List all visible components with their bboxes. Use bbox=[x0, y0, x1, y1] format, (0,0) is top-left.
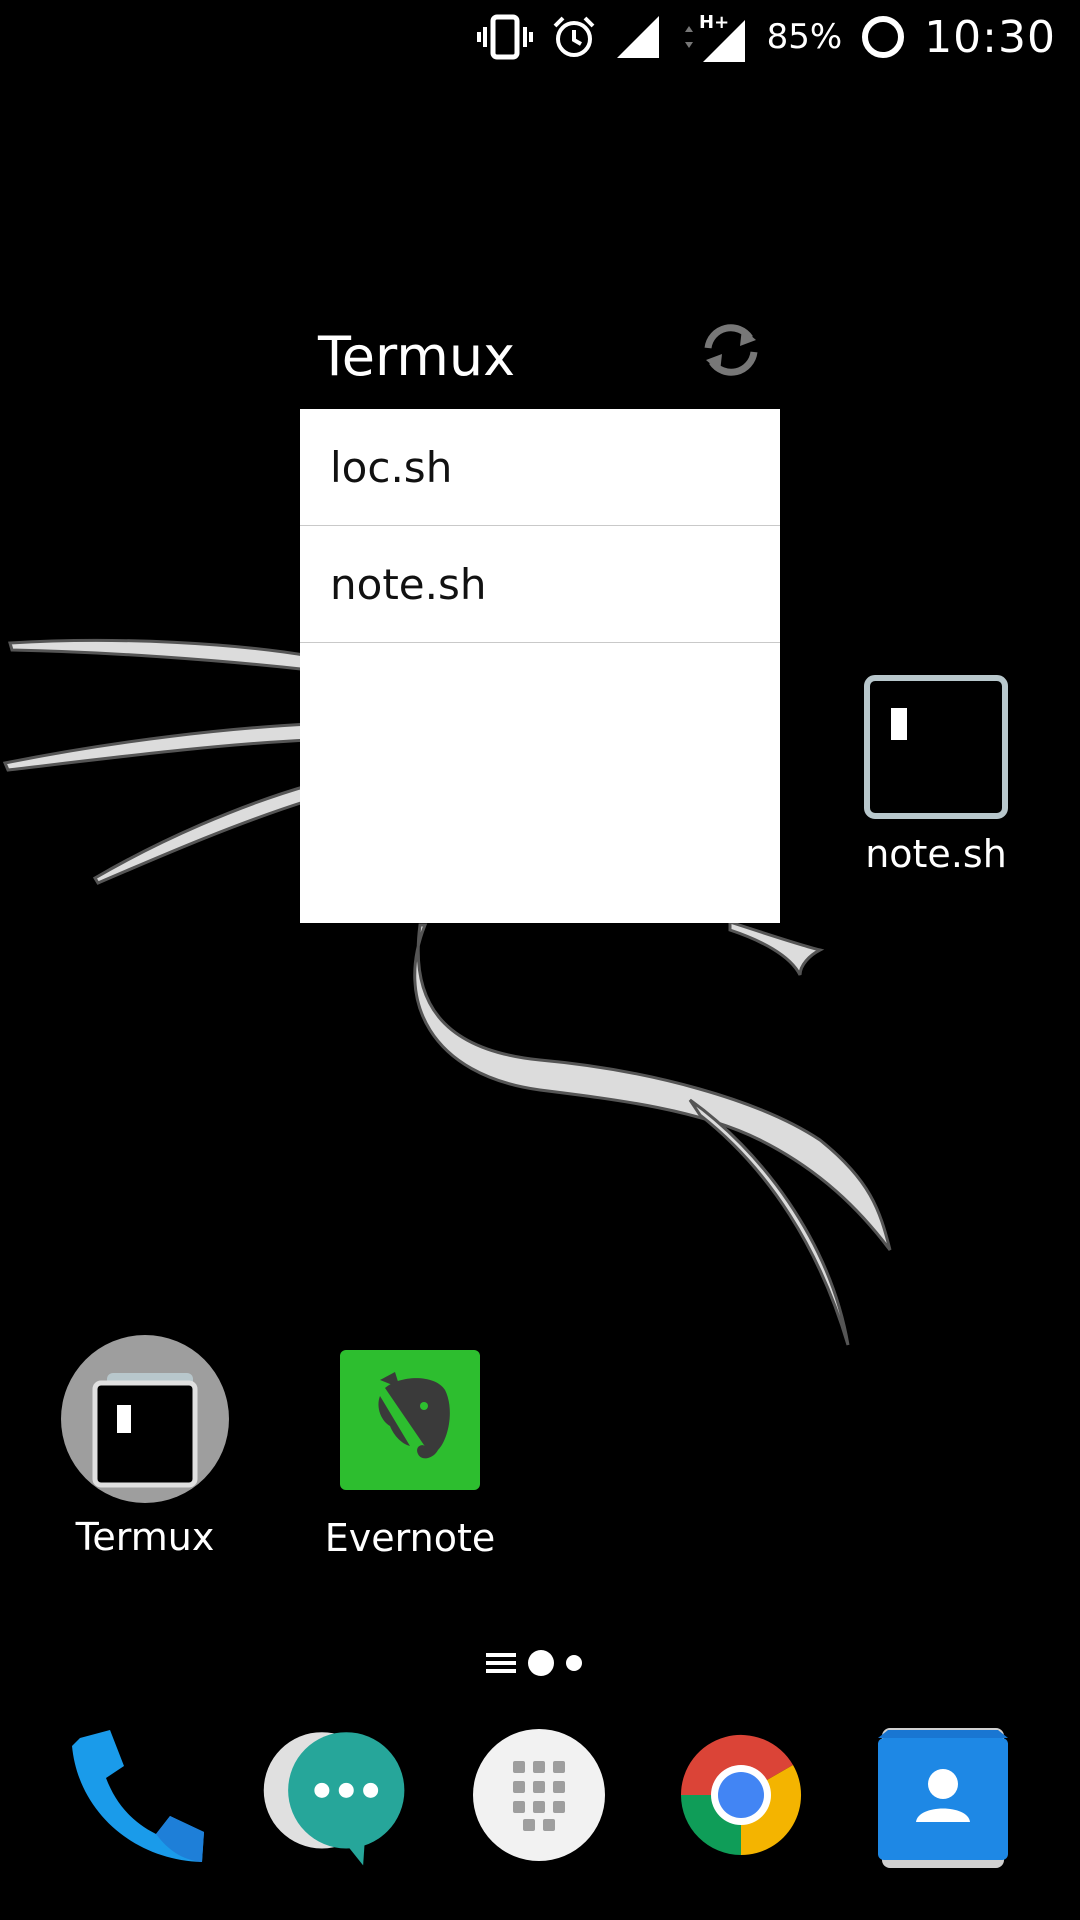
dock-messaging[interactable] bbox=[260, 1720, 410, 1870]
svg-text:H+: H+ bbox=[699, 12, 729, 33]
phone-icon bbox=[72, 1730, 204, 1862]
status-bar: H+ 85% 10:30 bbox=[0, 0, 1080, 74]
contacts-icon bbox=[878, 1728, 1008, 1868]
shortcut-note-sh[interactable]: note.sh bbox=[856, 672, 1016, 876]
widget-title: Termux bbox=[318, 325, 516, 388]
dock-chrome[interactable] bbox=[666, 1720, 816, 1870]
vibrate-icon bbox=[476, 13, 533, 61]
wallpaper bbox=[2, 638, 892, 1346]
messaging-icon bbox=[263, 1732, 405, 1866]
app-drawer-icon bbox=[473, 1729, 605, 1861]
home-screen: H+ 85% 10:30 Termux loc.sh note.sh note.… bbox=[0, 0, 1080, 1920]
battery-ring-icon bbox=[860, 14, 906, 60]
termux-widget-list: loc.sh note.sh bbox=[300, 409, 780, 923]
shortcut-label: Evernote bbox=[324, 1516, 496, 1560]
page-indicator[interactable] bbox=[486, 1645, 596, 1681]
dock-phone[interactable] bbox=[62, 1720, 212, 1870]
all-pages-icon[interactable] bbox=[486, 1651, 516, 1675]
widget-item-note-sh[interactable]: note.sh bbox=[300, 526, 780, 643]
page-dot[interactable] bbox=[566, 1655, 582, 1671]
battery-percent: 85% bbox=[766, 17, 843, 57]
clock: 10:30 bbox=[924, 11, 1056, 63]
evernote-icon bbox=[340, 1350, 480, 1490]
terminal-icon bbox=[864, 675, 1008, 819]
widget-item-loc-sh[interactable]: loc.sh bbox=[300, 409, 780, 526]
refresh-button[interactable] bbox=[696, 315, 766, 385]
signal-icon bbox=[615, 14, 661, 60]
shortcut-label: note.sh bbox=[865, 832, 1007, 876]
signal-h-plus-icon: H+ bbox=[679, 10, 749, 64]
shortcut-label: Termux bbox=[75, 1515, 215, 1559]
shortcut-termux[interactable]: Termux bbox=[60, 1335, 230, 1559]
refresh-icon bbox=[704, 324, 758, 376]
alarm-icon bbox=[551, 14, 597, 60]
dock-app-drawer[interactable] bbox=[464, 1720, 614, 1870]
dock-contacts[interactable] bbox=[868, 1720, 1018, 1870]
page-dot-current[interactable] bbox=[528, 1650, 554, 1676]
dock bbox=[0, 1720, 1080, 1880]
chrome-icon bbox=[680, 1734, 802, 1855]
termux-icon bbox=[61, 1335, 229, 1503]
shortcut-evernote[interactable]: Evernote bbox=[325, 1350, 495, 1560]
termux-widget-header: Termux bbox=[300, 315, 780, 410]
